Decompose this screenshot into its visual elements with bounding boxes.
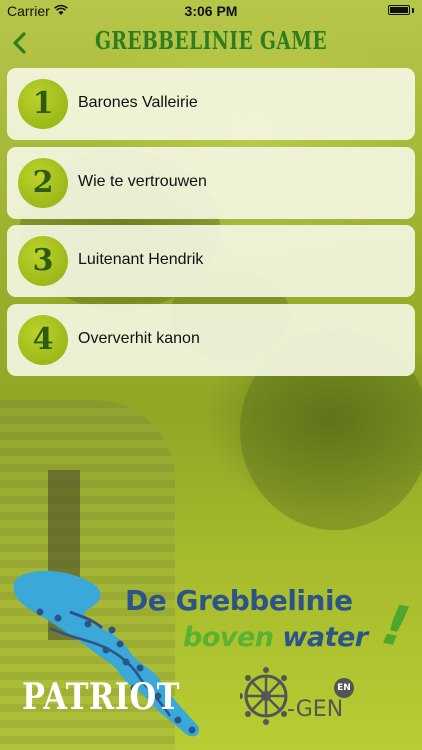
chapter-title: Luitenant Hendrik [78, 251, 204, 268]
chapter-item-1[interactable]: 1 Barones Valleirie [7, 68, 415, 140]
language-badge-en[interactable]: EN [334, 678, 354, 698]
navigation-bar: GREBBELINIE GAME [0, 22, 422, 64]
page-title: GREBBELINIE GAME [94, 26, 328, 55]
chapter-number-badge: 1 [18, 79, 68, 129]
chapter-title: Oververhit kanon [78, 330, 200, 347]
chapter-title: Wie te vertrouwen [78, 173, 207, 190]
ogen-logo-text: -GEN [287, 697, 344, 722]
chapter-number-badge: 2 [18, 158, 68, 208]
back-button[interactable] [6, 26, 36, 60]
patriot-logo: PATRIOT [22, 676, 180, 718]
grebbelinie-logo-line1: De Grebbelinie [125, 584, 353, 617]
chapter-item-3[interactable]: 3 Luitenant Hendrik [7, 225, 415, 297]
grebbelinie-word-water: water [282, 622, 368, 653]
chapter-number-badge: 3 [18, 236, 68, 286]
chapter-item-4[interactable]: 4 Oververhit kanon [7, 304, 415, 376]
chapter-number-badge: 4 [18, 315, 68, 365]
grebbelinie-word-boven: boven [183, 622, 274, 653]
battery-tip [412, 8, 414, 13]
status-bar: Carrier 3:06 PM [0, 0, 422, 22]
chapter-title: Barones Valleirie [78, 94, 198, 111]
battery-icon [388, 5, 410, 15]
grebbelinie-logo-line2: boven water [183, 622, 368, 653]
chapter-item-2[interactable]: 2 Wie te vertrouwen [7, 147, 415, 219]
chevron-left-icon [13, 32, 26, 54]
status-time: 3:06 PM [184, 3, 238, 19]
